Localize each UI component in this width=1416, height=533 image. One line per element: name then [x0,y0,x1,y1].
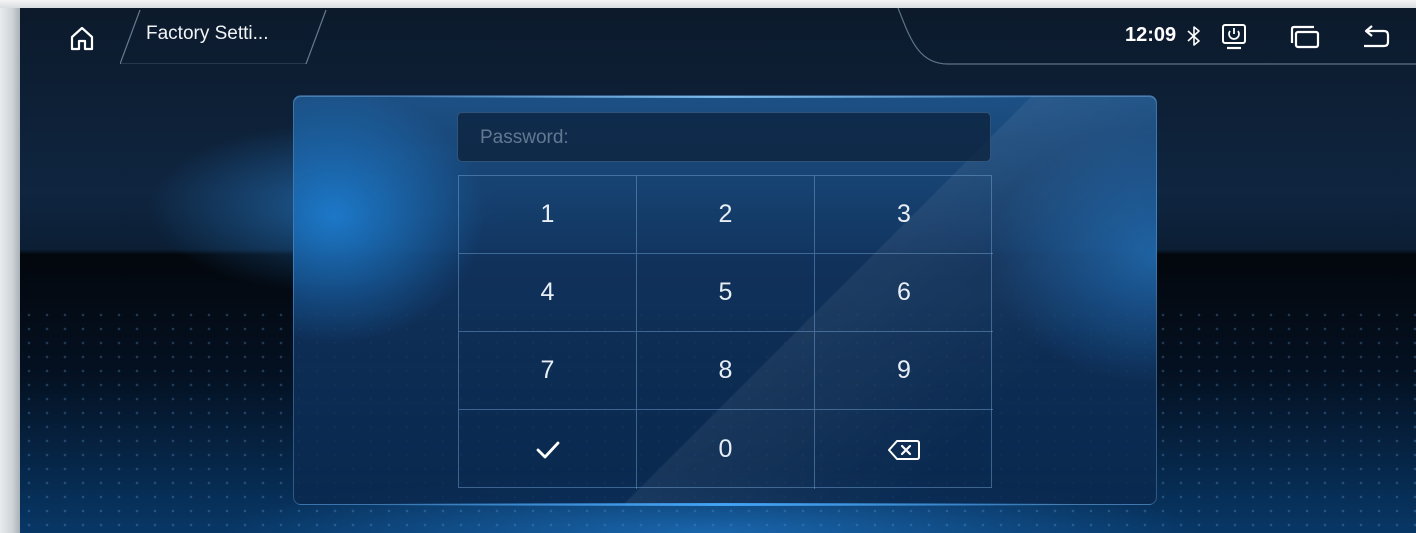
status-bar: Factory Setti... 12:09 [20,8,1416,66]
password-placeholder: Password: [480,127,569,148]
screen-off-button[interactable] [1216,20,1252,54]
device-bezel-top [0,0,1416,8]
confirm-button[interactable] [459,410,637,489]
page-title-tab: Factory Setti... [120,8,328,64]
key-9[interactable]: 9 [815,332,993,410]
home-icon [70,26,94,51]
recent-apps-button[interactable] [1287,20,1323,54]
key-3[interactable]: 3 [815,176,993,254]
key-1[interactable]: 1 [459,176,637,254]
numeric-keypad: 1 2 3 4 5 6 7 8 9 0 [458,175,993,489]
bluetooth-icon [1187,26,1200,46]
backspace-icon [888,439,920,460]
key-7[interactable]: 7 [459,332,637,410]
key-8[interactable]: 8 [637,332,815,410]
page-title: Factory Setti... [146,23,269,44]
device-bezel-left [0,0,20,533]
recent-apps-icon [1290,25,1320,49]
clock: 12:09 [1125,24,1177,46]
confirm-check-icon [536,441,559,458]
head-unit-screen: Factory Setti... 12:09 Password: 1 2 3 4… [20,8,1416,533]
backspace-button[interactable] [815,410,993,489]
home-button[interactable] [62,18,102,58]
back-button[interactable] [1357,20,1393,54]
key-6[interactable]: 6 [815,254,993,332]
key-0[interactable]: 0 [637,410,815,489]
dialog-highlight [394,96,1054,98]
screen-power-icon [1222,24,1246,50]
dialog-glow-line [374,503,1074,506]
key-5[interactable]: 5 [637,254,815,332]
password-dialog: Password: 1 2 3 4 5 6 7 8 9 0 [293,95,1157,506]
key-2[interactable]: 2 [637,176,815,254]
key-4[interactable]: 4 [459,254,637,332]
back-icon [1364,25,1390,48]
password-input[interactable]: Password: [457,112,991,162]
